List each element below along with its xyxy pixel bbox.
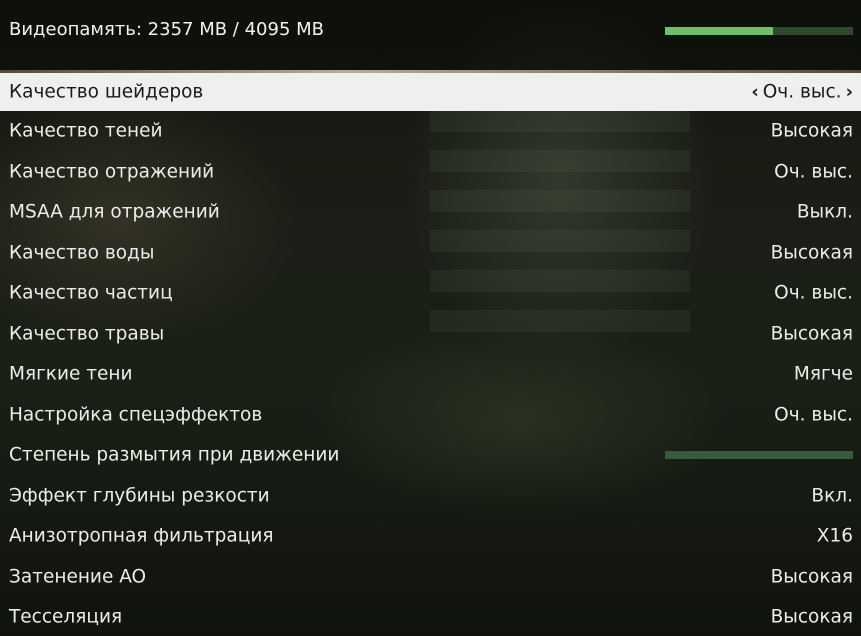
setting-label: Качество теней xyxy=(9,120,163,142)
setting-label: Качество воды xyxy=(9,242,155,264)
setting-label: Качество травы xyxy=(9,323,165,345)
setting-row-soft-shadows[interactable]: Мягкие тени Мягче xyxy=(0,354,861,395)
settings-list: Качество шейдеров ‹ Оч. выс. › Качество … xyxy=(0,73,861,636)
setting-label: MSAA для отражений xyxy=(9,201,220,223)
setting-row-ambient-occlusion[interactable]: Затенение AO Высокая xyxy=(0,557,861,598)
setting-label: Настройка спецэффектов xyxy=(9,404,263,426)
setting-value: Оч. выс. xyxy=(774,161,853,183)
setting-value: X16 xyxy=(816,525,853,547)
chevron-left-icon[interactable]: ‹ xyxy=(751,82,758,103)
setting-label: Качество шейдеров xyxy=(9,81,204,103)
setting-value: Оч. выс. xyxy=(774,404,853,426)
setting-value: Вкл. xyxy=(811,485,853,507)
setting-row-reflection-msaa[interactable]: MSAA для отражений Выкл. xyxy=(0,192,861,233)
setting-label: Затенение AO xyxy=(9,566,147,588)
motion-blur-slider[interactable] xyxy=(665,451,853,460)
setting-value: Высокая xyxy=(770,242,853,264)
setting-row-motion-blur[interactable]: Степень размытия при движении xyxy=(0,435,861,476)
vram-usage-fill xyxy=(665,27,774,35)
setting-value: Высокая xyxy=(770,323,853,345)
setting-label: Тесселяция xyxy=(9,606,123,628)
setting-row-particle-quality[interactable]: Качество частиц Оч. выс. xyxy=(0,273,861,314)
setting-row-anisotropic-filtering[interactable]: Анизотропная фильтрация X16 xyxy=(0,516,861,557)
setting-value: Высокая xyxy=(770,606,853,628)
setting-label: Эффект глубины резкости xyxy=(9,485,270,507)
setting-label: Качество отражений xyxy=(9,161,215,183)
setting-row-depth-of-field[interactable]: Эффект глубины резкости Вкл. xyxy=(0,476,861,517)
setting-value: Высокая xyxy=(770,566,853,588)
setting-row-water-quality[interactable]: Качество воды Высокая xyxy=(0,233,861,274)
setting-label: Мягкие тени xyxy=(9,363,133,385)
vram-header: Видеопамять: 2357 MB / 4095 MB xyxy=(0,0,861,70)
vram-label: Видеопамять: 2357 MB / 4095 MB xyxy=(9,19,324,40)
setting-row-tessellation[interactable]: Тесселяция Высокая xyxy=(0,597,861,636)
setting-value: Мягче xyxy=(793,363,853,385)
setting-value: Высокая xyxy=(770,120,853,142)
setting-label: Качество частиц xyxy=(9,282,173,304)
setting-value: Выкл. xyxy=(796,201,853,223)
setting-row-grass-quality[interactable]: Качество травы Высокая xyxy=(0,314,861,355)
setting-row-shadow-quality[interactable]: Качество теней Высокая xyxy=(0,111,861,152)
setting-row-reflection-quality[interactable]: Качество отражений Оч. выс. xyxy=(0,152,861,193)
chevron-right-icon[interactable]: › xyxy=(846,82,853,103)
setting-label: Степень размытия при движении xyxy=(9,444,340,466)
setting-row-shader-quality[interactable]: Качество шейдеров ‹ Оч. выс. › xyxy=(0,73,861,111)
setting-value: Оч. выс. xyxy=(774,282,853,304)
setting-value: Оч. выс. xyxy=(762,81,842,103)
setting-row-post-fx[interactable]: Настройка спецэффектов Оч. выс. xyxy=(0,395,861,436)
setting-label: Анизотропная фильтрация xyxy=(9,525,274,547)
vram-usage-bar xyxy=(665,27,853,35)
setting-value-selector[interactable]: ‹ Оч. выс. › xyxy=(751,82,853,103)
